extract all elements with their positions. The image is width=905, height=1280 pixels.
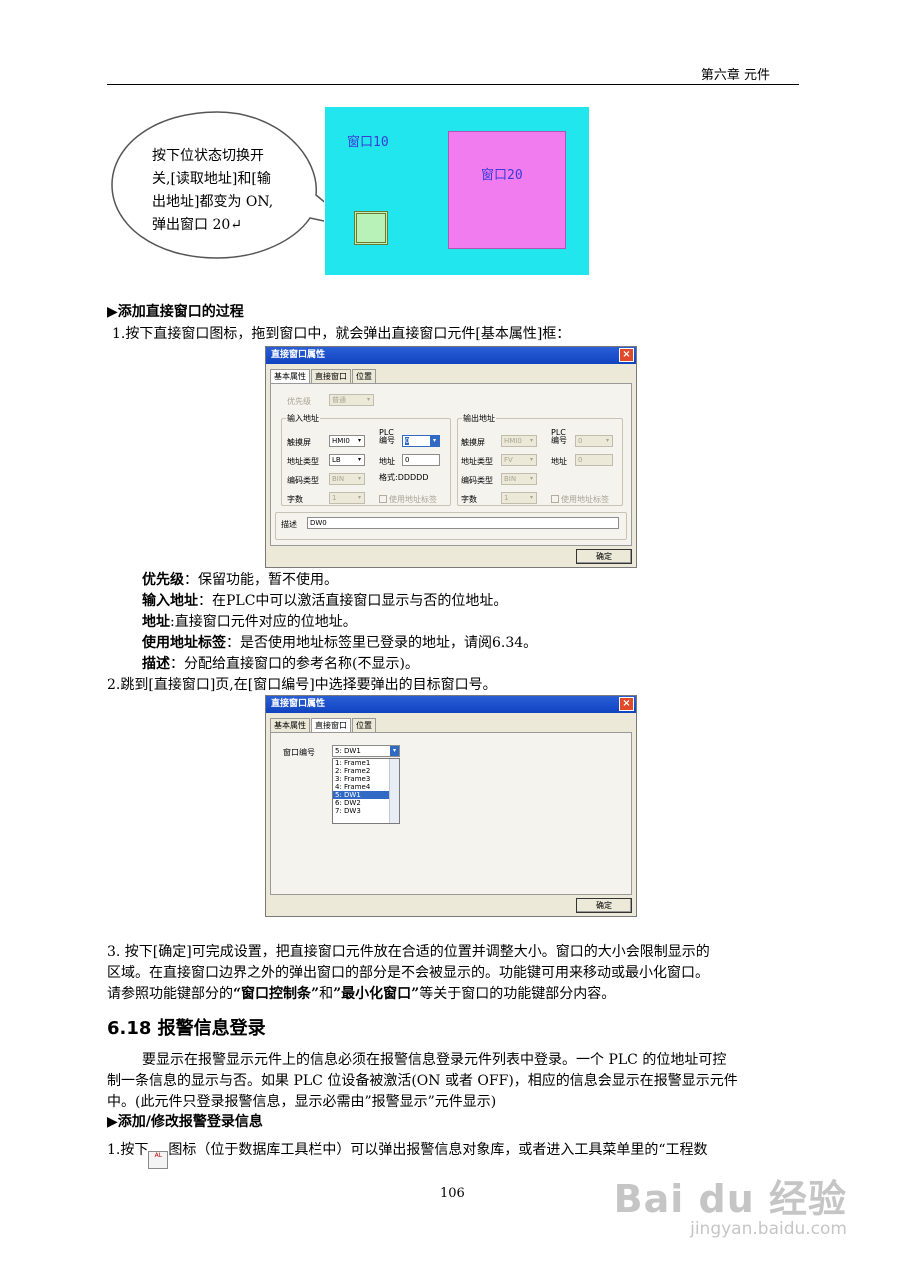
dialog-tabs: 基本属性 直接窗口 位置: [270, 718, 377, 732]
tab-direct-window[interactable]: 直接窗口: [311, 369, 351, 383]
window-20: 窗口20: [448, 131, 566, 249]
list-scrollbar[interactable]: [389, 759, 399, 823]
output-plc-select[interactable]: 0 ▾: [575, 435, 613, 447]
output-touch-select[interactable]: HMI0 ▾: [501, 435, 537, 447]
output-type-label: 地址类型: [461, 457, 493, 466]
output-count-label: 字数: [461, 495, 477, 504]
ok-button[interactable]: 确定: [576, 898, 632, 913]
input-type-label: 地址类型: [287, 457, 319, 466]
input-count-label: 字数: [287, 495, 303, 504]
tab-panel: 优先级 普通 ▾ 输入地址 触摸屏 HMI0 ▾ PLC 编号 0 ▾ 地址类型 LB…: [270, 383, 632, 546]
input-addr-field[interactable]: 0: [402, 454, 440, 466]
dialog-tabs: 基本属性 直接窗口 位置: [270, 369, 377, 383]
input-addr-label: 地址: [379, 457, 395, 466]
definition-input-address: 输入地址：在PLC中可以激活直接窗口显示与否的位地址。: [142, 593, 508, 609]
close-icon[interactable]: ×: [619, 348, 634, 362]
input-code-label: 编码类型: [287, 476, 319, 485]
definition-address: 地址:直接窗口元件对应的位地址。: [142, 614, 357, 630]
output-plc-label: PLC 编号: [551, 428, 567, 445]
input-format-label: 格式:DDDDD: [379, 473, 429, 482]
input-touch-select[interactable]: HMI0 ▾: [329, 435, 365, 447]
tab-direct-window[interactable]: 直接窗口: [311, 718, 351, 732]
output-count-select[interactable]: 1 ▾: [501, 492, 537, 504]
direct-window-tab-dialog: 直接窗口属性 × 基本属性 直接窗口 位置 窗口编号 5: DW1 ▾ 1: Fr…: [265, 695, 637, 917]
window-number-label: 窗口编号: [283, 748, 315, 757]
definition-description: 描述：分配给直接窗口的参考名称(不显示)。: [142, 656, 419, 672]
output-touch-label: 触摸屏: [461, 438, 485, 447]
close-icon[interactable]: ×: [619, 697, 634, 711]
window-number-list[interactable]: 1: Frame1 2: Frame2 3: Frame3 4: Frame4 …: [332, 758, 400, 824]
dialog-titlebar: 直接窗口属性 ×: [266, 347, 636, 364]
header-rule: [107, 84, 799, 85]
output-tag-checkbox[interactable]: 使用地址标签: [551, 494, 609, 505]
window-number-select[interactable]: 5: DW1 ▾: [332, 745, 400, 757]
tab-panel: 窗口编号 5: DW1 ▾ 1: Frame1 2: Frame2 3: Fram…: [270, 732, 632, 895]
description-field[interactable]: DW0: [307, 517, 619, 529]
description-label: 描述: [281, 520, 297, 529]
page-number: 106: [440, 1186, 465, 1201]
window-10-label: 窗口10: [347, 135, 389, 150]
paragraph-line-2: 制一条信息的显示与否。如果 PLC 位设备被激活(ON 或者 OFF)，相应的信…: [107, 1073, 738, 1089]
step-3-line-1: 3. 按下[确定]可完成设置，把直接窗口元件放在合适的位置并调整大小。窗口的大小…: [107, 944, 710, 960]
section-title-6-18: 6.18 报警信息登录: [107, 1018, 266, 1039]
section-heading-add-direct-window: ▶添加直接窗口的过程: [107, 304, 244, 320]
priority-select[interactable]: 普通 ▾: [329, 394, 374, 406]
tab-basic-properties[interactable]: 基本属性: [270, 718, 310, 732]
input-plc-select[interactable]: 0 ▾: [402, 435, 440, 447]
baidu-watermark: Bai du 经验 jingyan.baidu.com: [613, 1177, 847, 1239]
section-heading-alarm: ▶添加/修改报警登录信息: [107, 1114, 263, 1130]
output-code-label: 编码类型: [461, 476, 493, 485]
ok-button[interactable]: 确定: [576, 549, 632, 564]
tab-position[interactable]: 位置: [352, 718, 376, 732]
output-address-title: 输出地址: [462, 413, 496, 424]
input-address-title: 输入地址: [286, 413, 320, 424]
definition-priority: 优先级：保留功能，暂不使用。: [142, 572, 338, 588]
paragraph-line-3: 中。(此元件只登录报警信息，显示必需由”报警显示”元件显示): [107, 1094, 497, 1110]
alarm-database-icon: AL: [148, 1151, 169, 1169]
priority-label: 优先级: [287, 397, 311, 406]
output-type-select[interactable]: FV ▾: [501, 454, 537, 466]
output-addr-label: 地址: [551, 457, 567, 466]
input-code-select[interactable]: BIN ▾: [329, 473, 365, 485]
step-2-text: 2.跳到[直接窗口]页,在[窗口编号]中选择要弹出的目标窗口号。: [107, 677, 497, 693]
tab-position[interactable]: 位置: [352, 369, 376, 383]
input-count-select[interactable]: 1 ▾: [329, 492, 365, 504]
input-plc-label: PLC 编号: [379, 428, 395, 445]
paragraph-line-1: 要显示在报警显示元件上的信息必须在报警信息登录元件列表中登录。一个 PLC 的位…: [142, 1052, 727, 1068]
definition-use-tag: 使用地址标签：是否使用地址标签里已登录的地址，请阅6.34。: [142, 635, 538, 651]
output-code-select[interactable]: BIN ▾: [501, 473, 537, 485]
step-3-line-3: 请参照功能键部分的“窗口控制条”和”最小化窗口”等关于窗口的功能键部分内容。: [107, 986, 616, 1002]
chapter-header: 第六章 元件: [700, 68, 770, 83]
tab-basic-properties[interactable]: 基本属性: [270, 369, 310, 383]
output-addr-field[interactable]: 0: [575, 454, 613, 466]
alarm-step-1: 1.按下 AL 图标（位于数据库工具栏中）可以弹出报警信息对象库，或者进入工具菜单里…: [107, 1140, 708, 1169]
callout-text: 按下位状态切换开 关,[读取地址]和[输 出地址]都变为 ON, 弹出窗口 20…: [152, 148, 274, 233]
input-tag-checkbox[interactable]: 使用地址标签: [379, 494, 437, 505]
direct-window-element: [354, 211, 388, 245]
window-20-label: 窗口20: [481, 168, 523, 183]
direct-window-properties-dialog: 直接窗口属性 × 基本属性 直接窗口 位置 优先级 普通 ▾ 输入地址 触摸屏 H…: [265, 346, 637, 568]
dialog-titlebar: 直接窗口属性 ×: [266, 696, 636, 713]
step-1-text: 1.按下直接窗口图标，拖到窗口中，就会弹出直接窗口元件[基本属性]框：: [112, 326, 571, 342]
step-3-line-2: 区域。在直接窗口边界之外的弹出窗口的部分是不会被显示的。功能键可用来移动或最小化…: [107, 965, 709, 981]
input-touch-label: 触摸屏: [287, 438, 311, 447]
input-type-select[interactable]: LB ▾: [329, 454, 365, 466]
